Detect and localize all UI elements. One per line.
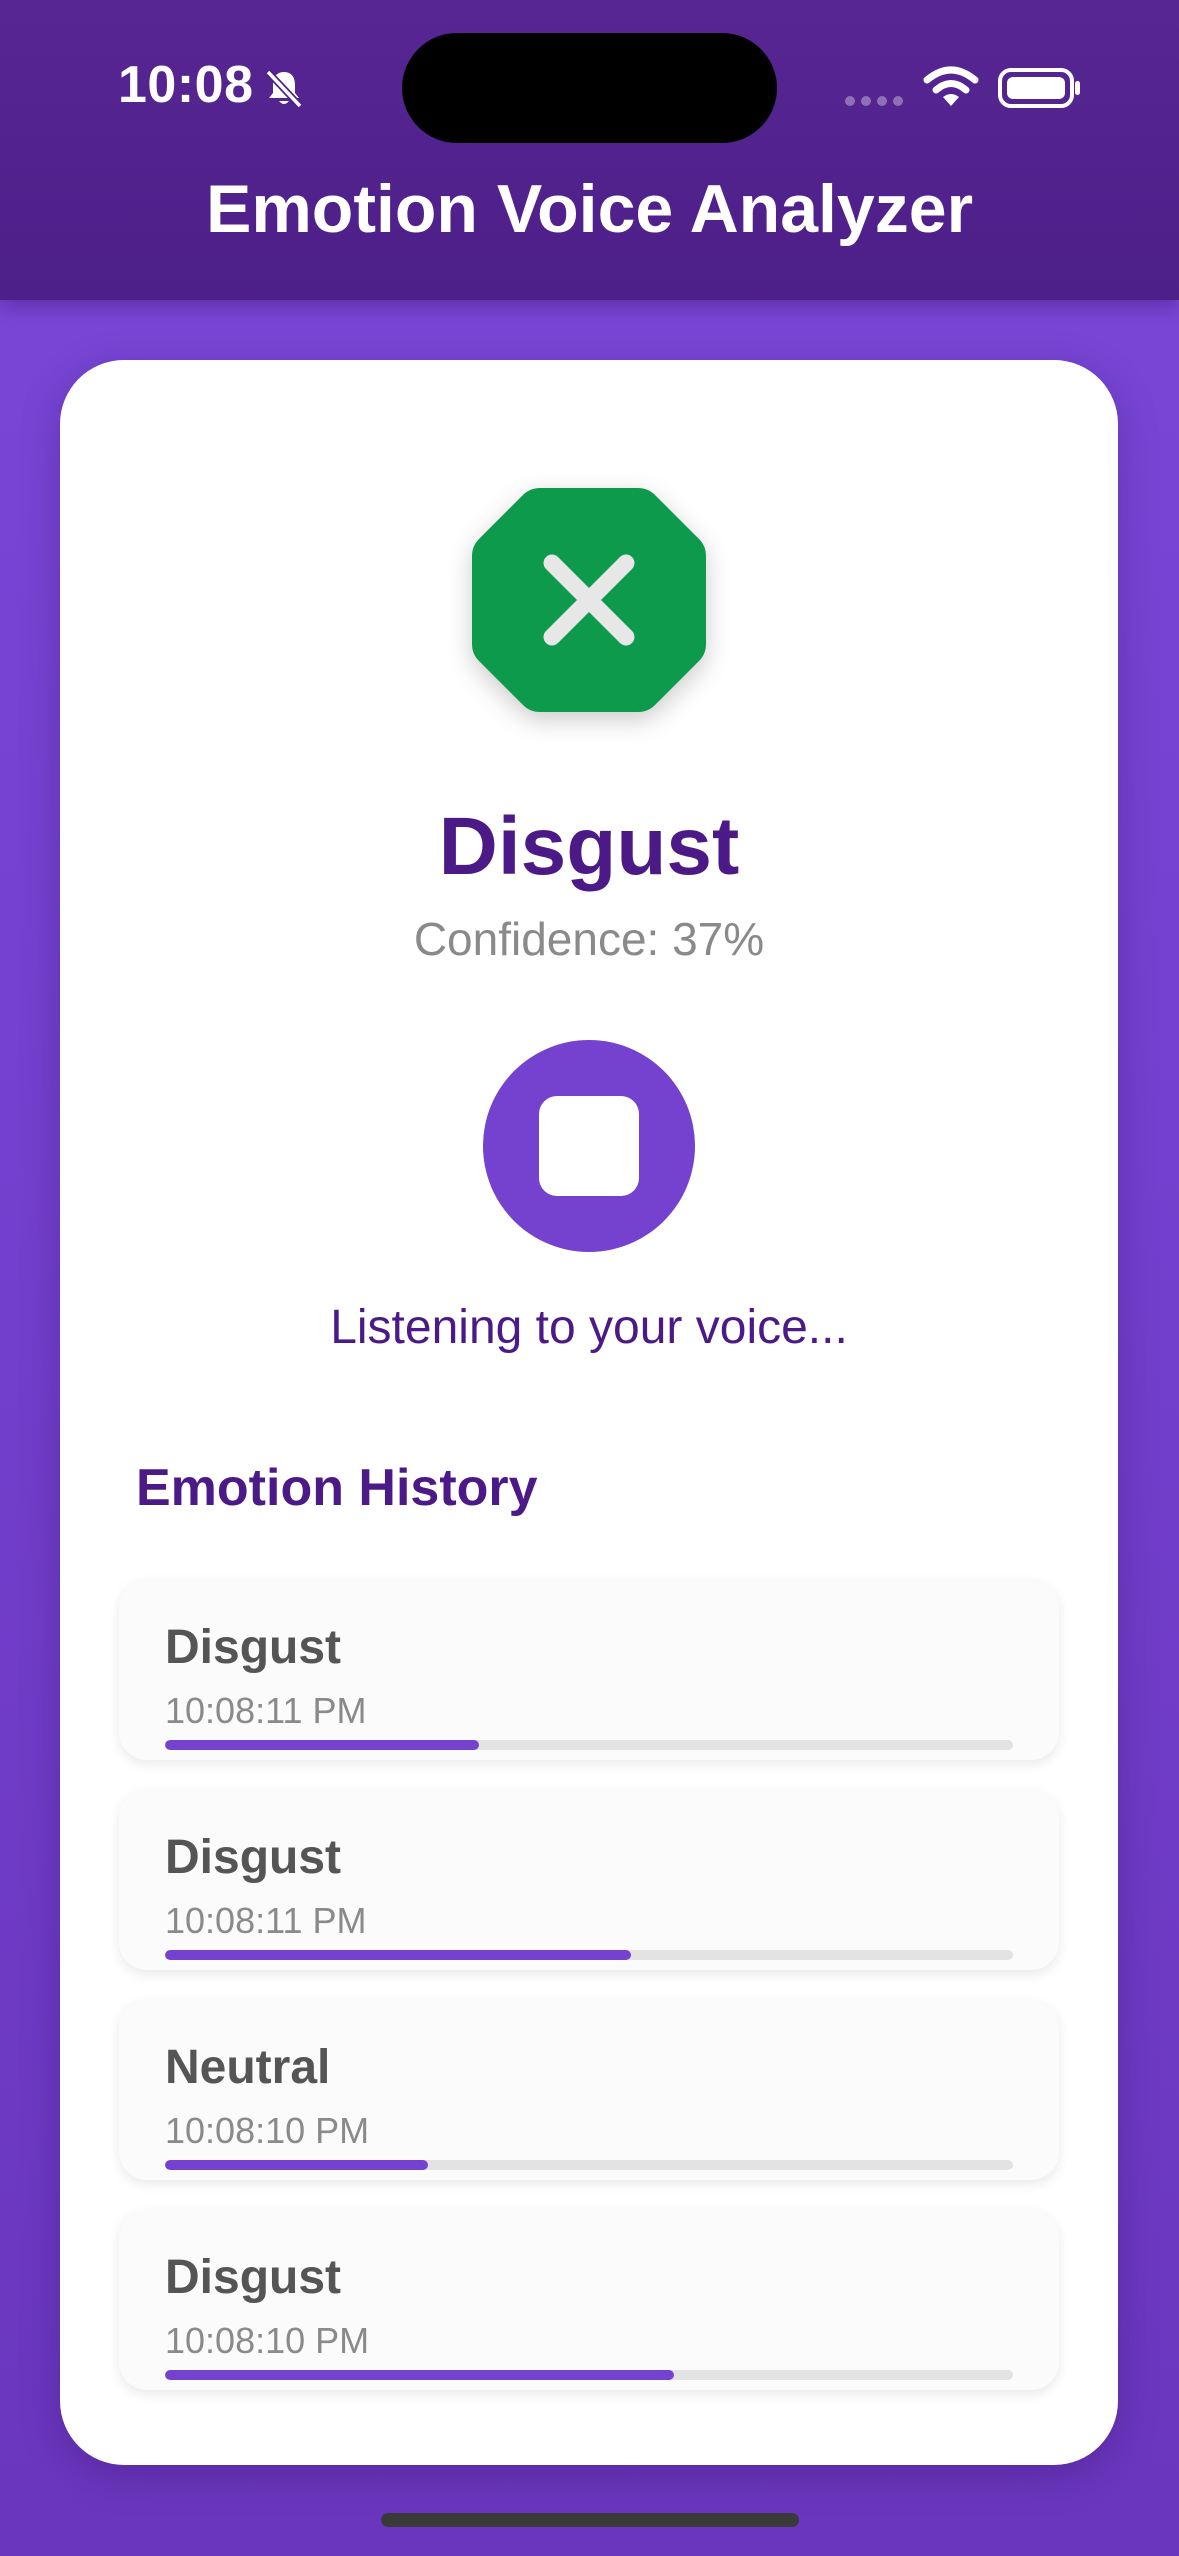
history-item-emotion: Neutral <box>165 2041 331 2094</box>
app-title: Emotion Voice Analyzer <box>205 171 974 247</box>
home-indicator[interactable] <box>381 2513 799 2527</box>
dynamic-island <box>402 33 777 143</box>
bell-slash-icon <box>265 69 303 109</box>
stop-icon <box>539 1096 639 1196</box>
battery-icon <box>998 68 1080 108</box>
history-item-time: 10:08:10 PM <box>165 2320 370 2361</box>
history-item[interactable]: Disgust 10:08:11 PM <box>119 1790 1059 1970</box>
history-item[interactable]: Neutral 10:08:10 PM <box>119 2000 1059 2180</box>
confidence-bar-fill <box>165 2160 428 2170</box>
history-item-emotion: Disgust <box>165 1831 342 1884</box>
confidence-bar-fill <box>165 1950 632 1960</box>
confidence-bar <box>165 2370 1013 2380</box>
stop-recording-button[interactable] <box>483 1040 695 1252</box>
signal-icon <box>845 96 903 106</box>
history-list: Disgust 10:08:11 PM Disgust 10:08:11 PM … <box>119 1580 1059 2420</box>
history-item-time: 10:08:11 PM <box>165 1690 367 1731</box>
confidence-bar <box>165 1740 1013 1750</box>
history-item-time: 10:08:10 PM <box>165 2110 370 2151</box>
listening-status: Listening to your voice... <box>330 1301 848 1354</box>
confidence-bar-fill <box>165 2370 674 2380</box>
app-header: 10:08 Emotion Voice Analyzer <box>0 0 1179 300</box>
analyzer-card: Disgust Confidence: 37% Listening to you… <box>60 360 1118 2465</box>
confidence-bar <box>165 2160 1013 2170</box>
x-octagon-icon <box>472 488 706 712</box>
history-item-emotion: Disgust <box>165 1621 342 1674</box>
status-time: 10:08 <box>118 56 254 114</box>
confidence-text: Confidence: 37% <box>413 913 765 965</box>
history-title: Emotion History <box>136 1459 538 1517</box>
confidence-bar-fill <box>165 1740 479 1750</box>
confidence-bar <box>165 1950 1013 1960</box>
wifi-icon <box>923 66 979 106</box>
history-item[interactable]: Disgust 10:08:11 PM <box>119 1580 1059 1760</box>
history-item-emotion: Disgust <box>165 2251 342 2304</box>
history-item-time: 10:08:11 PM <box>165 1900 367 1941</box>
history-item[interactable]: Disgust 10:08:10 PM <box>119 2210 1059 2390</box>
current-emotion: Disgust <box>438 801 740 892</box>
